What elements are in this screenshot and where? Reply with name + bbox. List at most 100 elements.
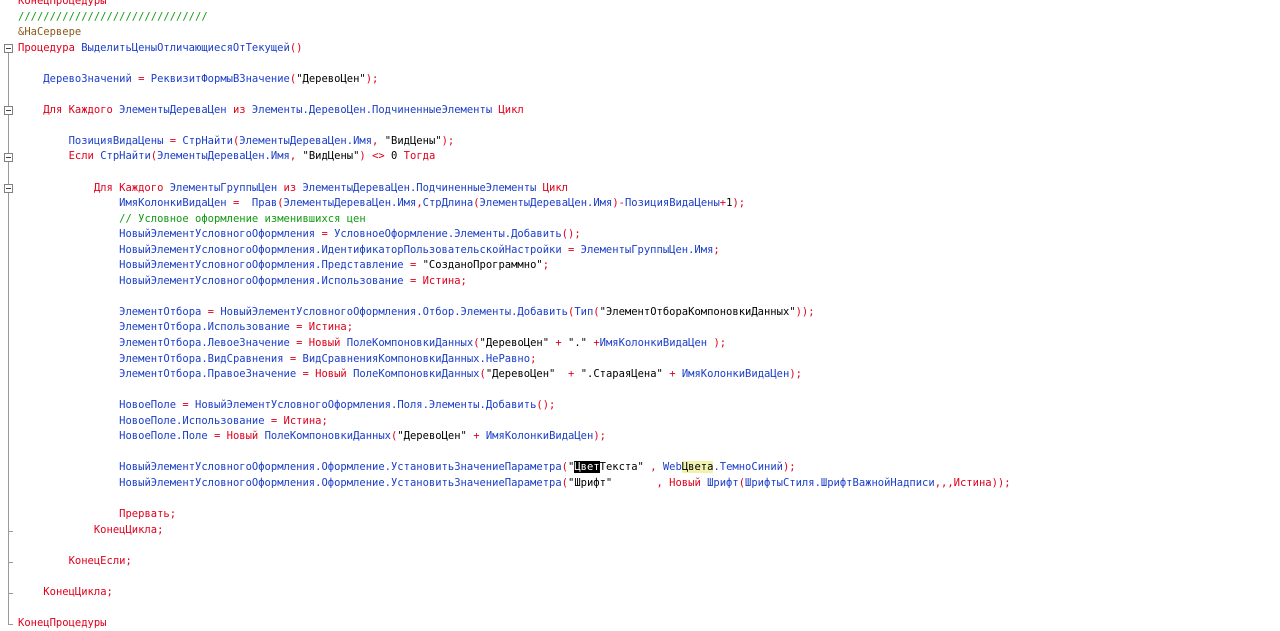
code-token: ПозицияВидаЦены xyxy=(68,134,164,147)
code-line[interactable]: НовыйЭлементУсловногоОформления.Идентифи… xyxy=(18,243,1011,259)
code-line[interactable]: НовоеПоле.Использование = Истина; xyxy=(18,414,1011,430)
code-token: ЭлементОтбора.ПравоеЗначение xyxy=(119,368,297,381)
code-line[interactable] xyxy=(18,569,1011,585)
code-line[interactable] xyxy=(18,87,1011,103)
code-line[interactable]: КонецПроцедуры xyxy=(18,616,1011,631)
code-token: ; xyxy=(713,243,720,256)
code-token: , xyxy=(372,134,385,147)
code-token: из xyxy=(226,103,252,116)
code-editor[interactable]: КонецПроцедуры //////////////////////////… xyxy=(18,0,1011,631)
fold-collapse-icon[interactable] xyxy=(4,106,13,116)
code-line[interactable]: КонецЦикла; xyxy=(18,523,1011,539)
code-line[interactable] xyxy=(18,538,1011,554)
fold-collapse-icon[interactable] xyxy=(4,184,13,193)
code-line[interactable]: Процедура ВыделитьЦеныОтличающиесяОтТеку… xyxy=(18,41,1011,57)
code-line[interactable]: НовоеПоле = НовыйЭлементУсловногоОформле… xyxy=(18,398,1011,414)
code-line[interactable]: НовоеПоле.Поле = Новый ПолеКомпоновкиДан… xyxy=(18,429,1011,445)
code-token: (); xyxy=(561,228,581,241)
code-line[interactable]: &НаСервере xyxy=(18,25,1011,41)
code-token: Web xyxy=(662,461,682,474)
code-line[interactable]: Если СтрНайти(ЭлементыДереваЦен.Имя, "Ви… xyxy=(18,149,1011,165)
code-token: Тогда xyxy=(397,150,436,163)
code-line[interactable]: НовыйЭлементУсловногоОформления.Представ… xyxy=(18,258,1011,274)
code-line[interactable]: ////////////////////////////// xyxy=(18,10,1011,26)
code-line[interactable]: КонецЦикла; xyxy=(18,585,1011,601)
code-line[interactable]: ПозицияВидаЦены = СтрНайти(ЭлементыДерев… xyxy=(18,134,1011,150)
code-token: РеквизитФормыВЗначение xyxy=(150,72,290,85)
code-line[interactable]: ЭлементОтбора.ЛевоеЗначение = Новый Поле… xyxy=(18,336,1011,352)
code-line[interactable] xyxy=(18,118,1011,134)
code-token: "ЭлементОтбораКомпоновкиДанных" xyxy=(599,305,796,318)
code-line[interactable] xyxy=(18,383,1011,399)
code-token: ////////////////////////////// xyxy=(18,10,208,23)
code-token: Элементы.ДеревоЦен.ПодчиненныеЭлементы xyxy=(251,103,493,116)
code-token: ); xyxy=(782,461,796,474)
fold-end-mark xyxy=(8,624,13,626)
code-token: ЭлементыДереваЦен.Имя xyxy=(479,197,613,210)
code-line[interactable]: ЭлементОтбора.ВидСравнения = ВидСравнени… xyxy=(18,352,1011,368)
code-token: НовоеПоле xyxy=(119,399,177,412)
code-token: Для Каждого xyxy=(43,103,120,116)
code-line[interactable]: НовыйЭлементУсловногоОформления = Условн… xyxy=(18,227,1011,243)
code-token: ,,,Истина)); xyxy=(934,476,1011,489)
code-token: Тип xyxy=(574,305,594,318)
code-token: КонецПроцедуры xyxy=(18,616,107,629)
code-token: ".СтараяЦена" xyxy=(580,368,663,381)
code-line[interactable]: НовыйЭлементУсловногоОформления.Оформлен… xyxy=(18,460,1011,476)
code-line[interactable]: ЭлементОтбора = НовыйЭлементУсловногоОфо… xyxy=(18,305,1011,321)
code-token: = Новый xyxy=(207,430,265,443)
code-line[interactable]: НовыйЭлементУсловногоОформления.Оформлен… xyxy=(18,476,1011,492)
code-token: из xyxy=(277,181,303,194)
code-line[interactable]: ИмяКолонкиВидаЦен = Прав(ЭлементыДереваЦ… xyxy=(18,196,1011,212)
code-token: "ДеревоЦен" xyxy=(485,368,556,381)
code-token: = xyxy=(315,228,335,241)
code-line[interactable]: КонецПроцедуры xyxy=(18,0,1011,10)
code-token: ЭлементОтбора.ВидСравнения xyxy=(119,352,284,365)
fold-collapse-icon[interactable] xyxy=(4,43,13,53)
code-line[interactable]: ЭлементОтбора.Использование = Истина; xyxy=(18,320,1011,336)
code-line[interactable] xyxy=(18,56,1011,72)
code-line[interactable] xyxy=(18,445,1011,461)
code-line[interactable]: ДеревоЗначений = РеквизитФормыВЗначение(… xyxy=(18,72,1011,88)
code-token: ; xyxy=(530,352,537,365)
code-line[interactable] xyxy=(18,289,1011,305)
code-line[interactable]: // Условное оформление изменившихся цен xyxy=(18,212,1011,228)
code-token: = xyxy=(201,305,221,318)
code-line[interactable] xyxy=(18,600,1011,616)
code-token: &НаСервере xyxy=(18,26,82,39)
code-line[interactable]: Для Каждого ЭлементыДереваЦен из Элемент… xyxy=(18,103,1011,119)
code-line[interactable] xyxy=(18,492,1011,508)
code-token: = Истина; xyxy=(264,414,328,427)
code-token: ЭлементыДереваЦен.Имя xyxy=(239,134,373,147)
code-line[interactable]: Для Каждого ЭлементыГруппыЦен из Элемент… xyxy=(18,181,1011,197)
code-token: ); xyxy=(789,368,802,381)
code-token: ); xyxy=(732,197,746,210)
code-token: НовыйЭлементУсловногоОформления.Идентифи… xyxy=(119,243,562,256)
code-token: = xyxy=(561,243,581,256)
fold-collapse-icon[interactable] xyxy=(4,152,13,162)
code-token: НовыйЭлементУсловногоОформления.Оформлен… xyxy=(119,461,562,474)
code-token: ЭлементОтбора xyxy=(119,305,202,318)
code-token: КонецЕсли; xyxy=(68,554,132,567)
code-token: (); xyxy=(536,399,556,412)
code-token: НовыйЭлементУсловногоОформления.Представ… xyxy=(119,259,404,272)
fold-end-mark xyxy=(8,561,13,563)
code-line[interactable]: КонецЕсли; xyxy=(18,554,1011,570)
code-token: КонецЦикла; xyxy=(93,523,164,536)
code-line[interactable]: ЭлементОтбора.ПравоеЗначение = Новый Пол… xyxy=(18,367,1011,383)
code-line[interactable] xyxy=(18,165,1011,181)
code-token: = xyxy=(403,259,423,272)
code-line[interactable]: НовыйЭлементУсловногоОформления.Использо… xyxy=(18,274,1011,290)
code-line[interactable]: Прервать; xyxy=(18,507,1011,523)
